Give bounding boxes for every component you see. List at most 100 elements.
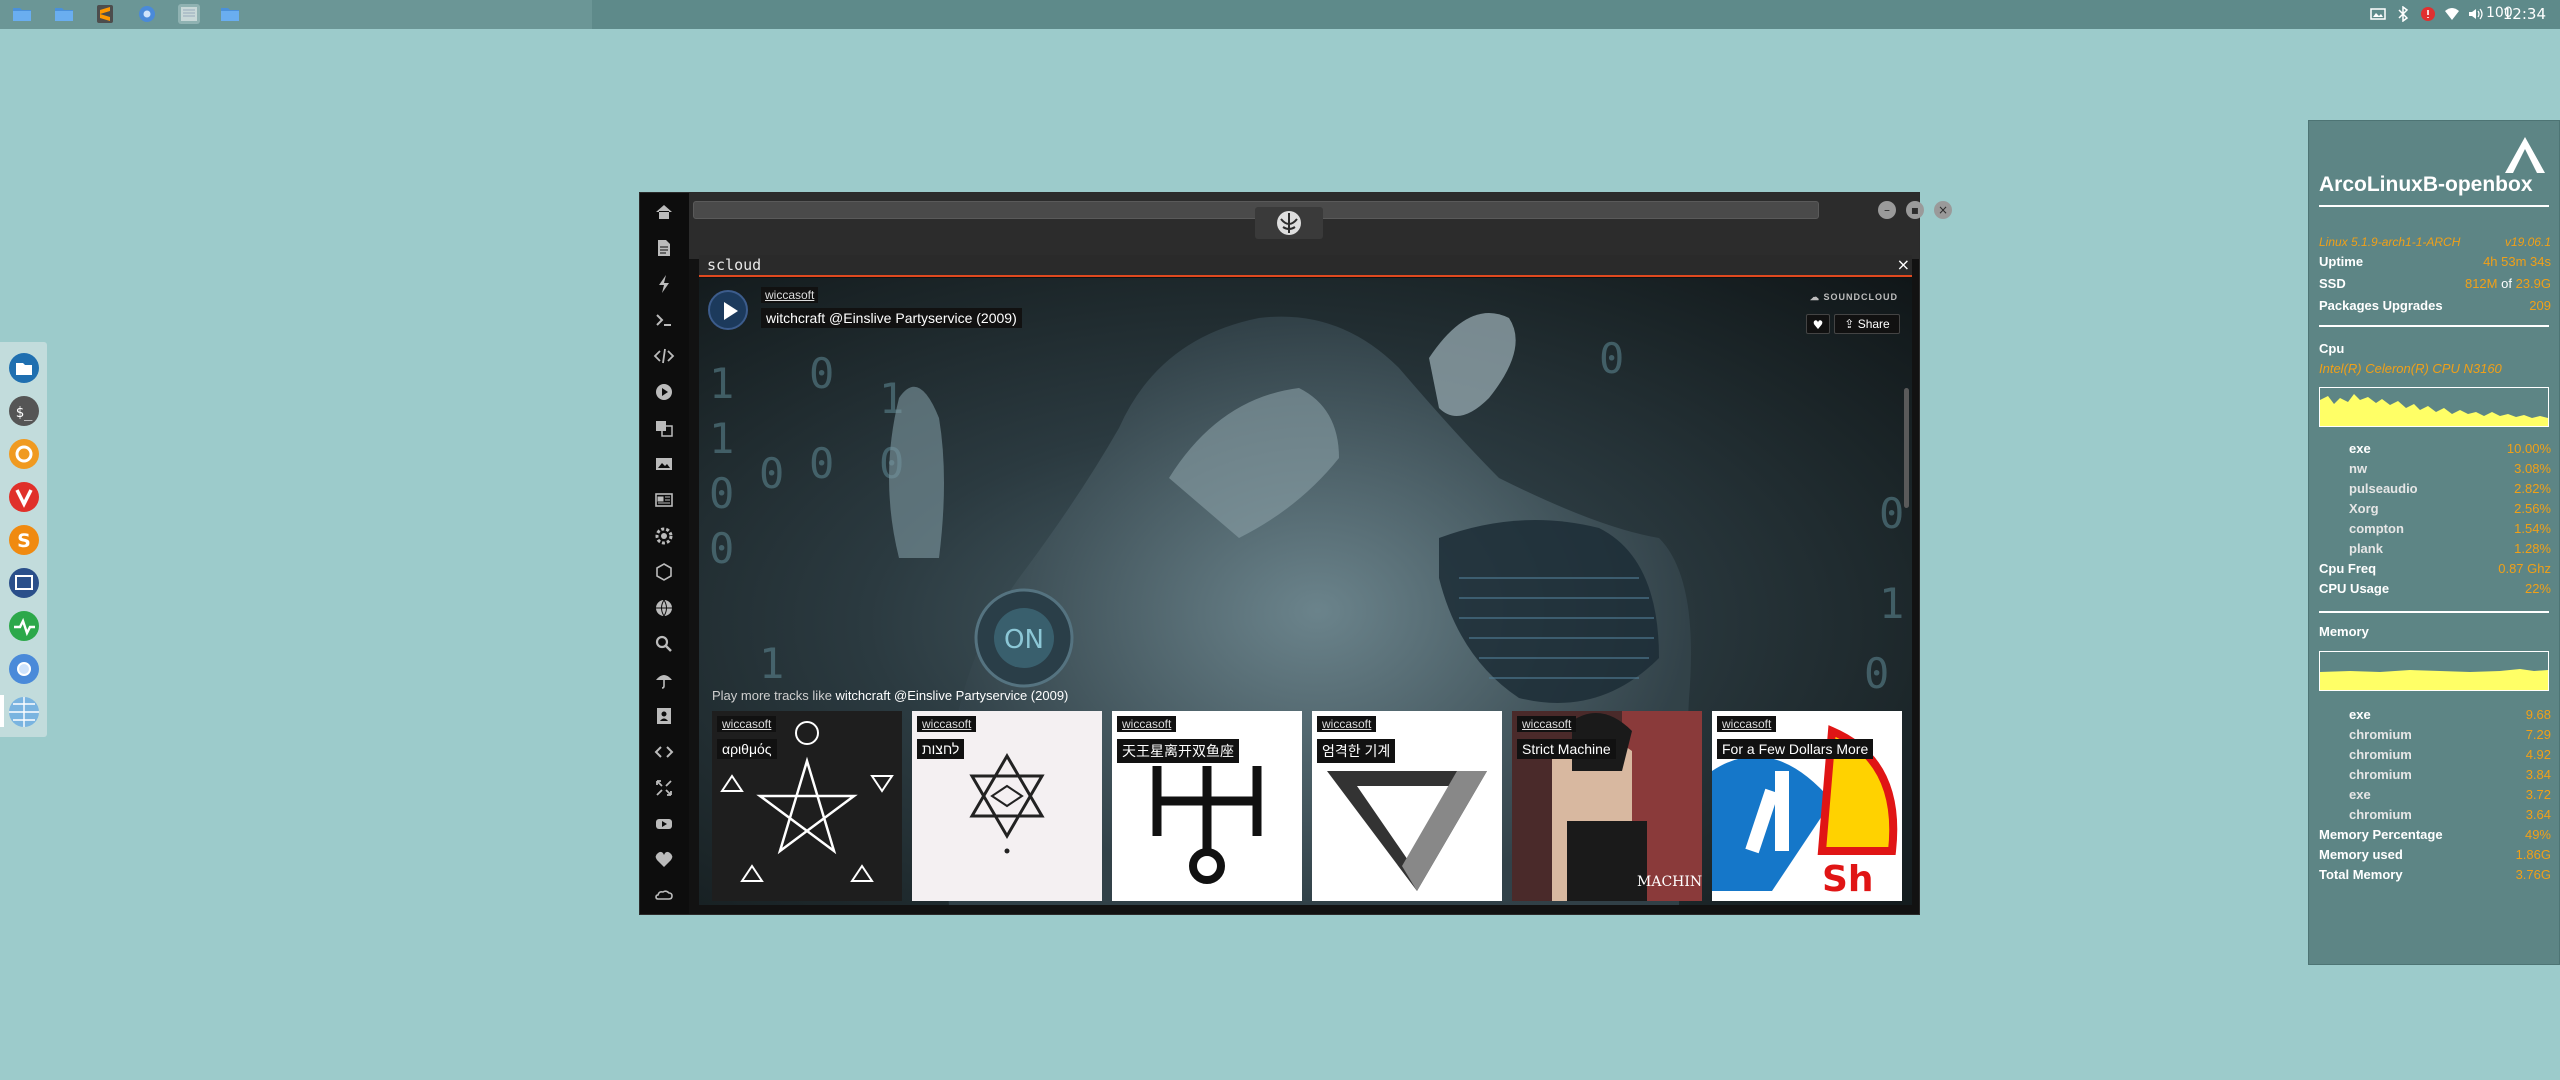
related-track-card[interactable]: MACHINE wiccasoft Strict Machine (1512, 711, 1702, 901)
related-track-user[interactable]: wiccasoft (1117, 716, 1177, 732)
process-value: 3.08% (2514, 461, 2551, 476)
taskbar (0, 0, 592, 29)
share-button[interactable]: ⇪ Share (1834, 314, 1900, 334)
conky-version: v19.06.1 (2504, 235, 2551, 249)
scrollbar[interactable] (1904, 388, 1909, 508)
related-track-user[interactable]: wiccasoft (1517, 716, 1577, 732)
umbrella-icon[interactable] (653, 669, 675, 691)
clock[interactable]: 12:34 (2503, 5, 2546, 23)
file-manager-icon[interactable] (7, 351, 41, 385)
network-globe-icon[interactable] (7, 695, 41, 729)
ssd-label: SSD (2319, 276, 2346, 291)
share-icon: ⇪ (1844, 317, 1855, 331)
track-title[interactable]: witchcraft @Einslive Partyservice (2009) (761, 308, 1022, 328)
folder-icon[interactable] (53, 4, 75, 24)
expand-icon[interactable] (653, 777, 675, 799)
chromium-icon[interactable] (136, 4, 158, 24)
related-track-card[interactable]: wiccasoft 天王星离开双鱼座 (1112, 711, 1302, 901)
process-name: exe (2349, 707, 2371, 722)
related-track-card[interactable]: Sh wiccasoft For a Few Dollars More (1712, 711, 1902, 901)
panel-close-button[interactable]: × (1897, 255, 1910, 274)
mem-pct-label: Memory Percentage (2319, 827, 2443, 842)
hexagon-icon[interactable] (653, 561, 675, 583)
maximize-button[interactable]: ▪ (1906, 201, 1924, 219)
code-tags-icon[interactable] (653, 741, 675, 763)
process-name: pulseaudio (2349, 481, 2418, 496)
lightning-icon[interactable] (653, 273, 675, 295)
divider (2319, 205, 2549, 207)
terminal-icon[interactable] (178, 4, 200, 24)
related-track-user[interactable]: wiccasoft (1717, 716, 1777, 732)
related-track-title[interactable]: Strict Machine (1517, 739, 1616, 759)
soundcloud-brand-label: SOUNDCLOUD (1823, 292, 1898, 302)
terminal-dock-icon[interactable]: $_ (7, 394, 41, 428)
related-track-title[interactable]: 天王星离开双鱼座 (1117, 739, 1239, 763)
related-track-title[interactable]: 엄격한 기계 (1317, 739, 1396, 763)
like-button[interactable]: ♥ (1806, 314, 1830, 334)
cpu-freq-value: 0.87 Ghz (2498, 561, 2551, 576)
titlebar: – ▪ × (689, 193, 1952, 259)
close-button[interactable]: × (1934, 201, 1952, 219)
heart-icon[interactable] (653, 849, 675, 871)
volume-icon[interactable] (2467, 6, 2483, 22)
related-track-card[interactable]: wiccasoft 엄격한 기계 (1312, 711, 1502, 901)
news-icon[interactable] (653, 489, 675, 511)
bluetooth-icon[interactable] (2395, 6, 2411, 22)
soundcloud-brand[interactable]: ☁ SOUNDCLOUD (1810, 292, 1898, 303)
sublime-dock-icon[interactable]: S (7, 523, 41, 557)
memory-graph (2319, 651, 2549, 691)
divider (2319, 611, 2549, 613)
play-button[interactable] (708, 290, 748, 330)
mem-used-value: 1.86G (2515, 847, 2551, 862)
svg-text:1: 1 (1879, 579, 1904, 628)
share-label: Share (1857, 317, 1890, 331)
related-track-card[interactable]: wiccasoft לחצות (912, 711, 1102, 901)
settings-cog-icon[interactable] (653, 525, 675, 547)
cpu-process-row: plank 1.28% (2319, 541, 2551, 559)
play-icon[interactable] (653, 381, 675, 403)
sublime-text-icon[interactable] (94, 4, 116, 24)
terminal-prompt-icon[interactable] (653, 309, 675, 331)
process-value: 2.56% (2514, 501, 2551, 516)
related-track-user[interactable]: wiccasoft (717, 716, 777, 732)
track-username[interactable]: wiccasoft (761, 287, 819, 303)
system-monitor-icon[interactable] (7, 609, 41, 643)
translate-icon[interactable] (653, 417, 675, 439)
globe-icon[interactable] (653, 597, 675, 619)
screenshot-icon[interactable] (7, 566, 41, 600)
related-track-title[interactable]: לחצות (917, 739, 965, 759)
minimize-button[interactable]: – (1878, 201, 1896, 219)
related-track-title[interactable]: αριθμός (717, 739, 777, 759)
process-value: 3.72 (2525, 787, 2551, 802)
memory-section-title: Memory (2319, 624, 2369, 639)
home-icon[interactable] (653, 201, 675, 223)
related-track-title[interactable]: For a Few Dollars More (1717, 739, 1874, 759)
cpu-freq-row: Cpu Freq 0.87 Ghz (2319, 561, 2551, 579)
process-name: chromium (2349, 727, 2412, 742)
more-tracks-title[interactable]: witchcraft @Einslive Partyservice (2009) (836, 688, 1069, 703)
cpu-model: Intel(R) Celeron(R) CPU N3160 (2319, 361, 2502, 376)
search-icon[interactable] (653, 633, 675, 655)
cpu-usage-value: 22% (2524, 581, 2551, 596)
chromium-dock-icon[interactable] (7, 652, 41, 686)
soundcloud-icon[interactable] (653, 885, 675, 907)
related-track-card[interactable]: wiccasoft αριθμός (712, 711, 902, 901)
youtube-icon[interactable] (653, 813, 675, 835)
process-name: Xorg (2349, 501, 2379, 516)
wifi-icon[interactable] (2444, 6, 2460, 22)
vivaldi-icon[interactable] (7, 480, 41, 514)
dock-active-indicator (0, 695, 4, 727)
image-icon[interactable] (653, 453, 675, 475)
image-icon[interactable] (2370, 6, 2386, 22)
ubuntu-like-icon[interactable] (7, 437, 41, 471)
related-track-user[interactable]: wiccasoft (917, 716, 977, 732)
related-track-user[interactable]: wiccasoft (1317, 716, 1377, 732)
document-icon[interactable] (653, 237, 675, 259)
folder-icon[interactable] (11, 4, 33, 24)
contact-icon[interactable] (653, 705, 675, 727)
app-logo-tab[interactable] (1255, 207, 1323, 239)
red-alert-icon[interactable] (2420, 6, 2436, 22)
process-value: 10.00% (2506, 441, 2551, 456)
code-icon[interactable] (653, 345, 675, 367)
folder-icon[interactable] (219, 4, 241, 24)
